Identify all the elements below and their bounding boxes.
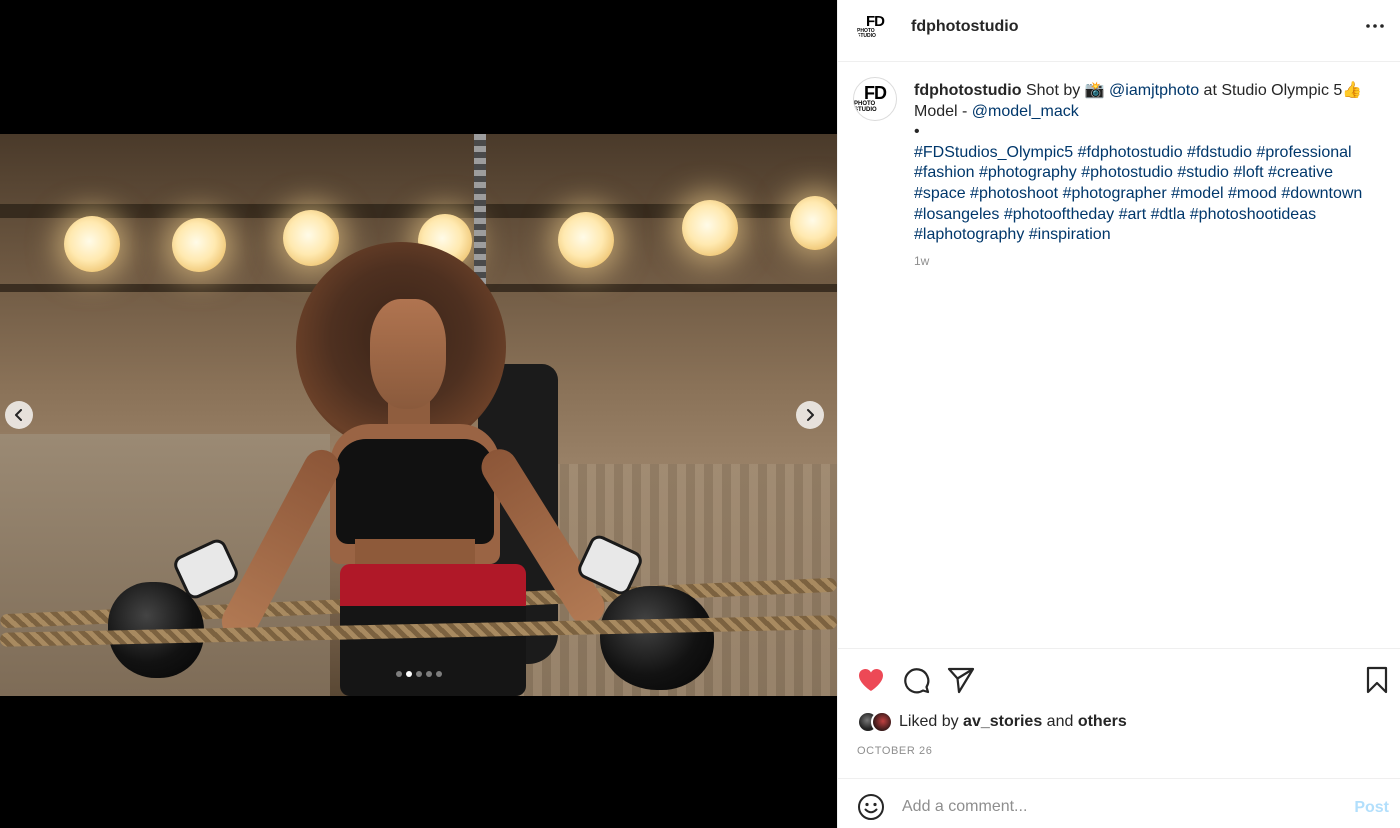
- caption-text: at Studio Olympic 5👍: [1199, 82, 1363, 99]
- post-actions: Liked by av_stories and others OCTOBER 2…: [838, 648, 1400, 778]
- light-bulb: [64, 216, 120, 272]
- heart-icon: [859, 669, 883, 691]
- post-photo: [0, 134, 837, 696]
- carousel-dot: [395, 671, 402, 677]
- light-bulb: [283, 210, 339, 266]
- chevron-left-icon: [15, 409, 22, 421]
- caption-text: Shot by 📸: [1025, 82, 1110, 99]
- liker-username[interactable]: av_stories: [963, 713, 1042, 730]
- post-comment-button[interactable]: Post: [1354, 799, 1389, 817]
- like-button[interactable]: [855, 664, 887, 696]
- caption-timestamp[interactable]: 1w: [914, 254, 929, 268]
- avatar-logo-text: FD: [864, 82, 887, 103]
- carousel-dot: [425, 671, 432, 677]
- caption-bullet: •: [914, 123, 920, 141]
- mention-link[interactable]: @model_mack: [972, 103, 1079, 120]
- ellipsis-icon: [1366, 24, 1384, 28]
- comment-input[interactable]: [902, 791, 1322, 823]
- post-username[interactable]: fdphotostudio: [911, 18, 1019, 36]
- hashtag-list[interactable]: #FDStudios_Olympic5 #fdphotostudio #fdst…: [914, 143, 1384, 246]
- likes-prefix: Liked by: [899, 713, 964, 730]
- likes-summary: Liked by av_stories and others: [857, 711, 1127, 733]
- likes-text: Liked by av_stories and others: [899, 713, 1127, 731]
- comment-button[interactable]: [900, 664, 932, 696]
- avatar-logo-subtext: PHOTO STUDIO: [854, 101, 877, 114]
- light-bulb: [790, 196, 837, 250]
- carousel-prev-button[interactable]: [5, 401, 33, 429]
- smiley-icon: [858, 794, 884, 820]
- paper-plane-icon: [947, 667, 975, 694]
- model-face: [370, 299, 446, 409]
- carousel-dot: [405, 671, 412, 677]
- likes-middle: and: [1042, 713, 1078, 730]
- comment-icon: [904, 668, 930, 694]
- emoji-button[interactable]: [857, 793, 885, 821]
- caption-text: Model -: [914, 102, 972, 120]
- carousel-indicator: [0, 671, 837, 677]
- light-bulb: [682, 200, 738, 256]
- liker-avatar[interactable]: [871, 711, 893, 733]
- save-button[interactable]: [1361, 664, 1393, 696]
- caption-avatar[interactable]: FD PHOTO STUDIO: [853, 77, 897, 121]
- bookmark-icon: [1366, 666, 1388, 694]
- light-bulb: [558, 212, 614, 268]
- avatar-logo-text: FD: [866, 13, 885, 31]
- comment-bar: Post: [838, 778, 1400, 828]
- carousel-next-button[interactable]: [796, 401, 824, 429]
- chevron-right-icon: [807, 409, 814, 421]
- profile-avatar[interactable]: FD PHOTO STUDIO: [857, 9, 893, 45]
- carousel-dot: [415, 671, 422, 677]
- mention-link[interactable]: @iamjtphoto: [1109, 82, 1199, 99]
- carousel-dot: [435, 671, 442, 677]
- post-side-panel: FD PHOTO STUDIO fdphotostudio FD PHOTO S…: [837, 0, 1400, 828]
- model-sports-top: [336, 439, 494, 544]
- avatar-logo-subtext: PHOTO STUDIO: [857, 27, 876, 39]
- more-options-button[interactable]: [1365, 14, 1385, 44]
- likes-others-link[interactable]: others: [1078, 713, 1127, 730]
- light-bulb: [172, 218, 226, 272]
- post-header: FD PHOTO STUDIO fdphotostudio: [838, 0, 1400, 62]
- post-date[interactable]: OCTOBER 26: [857, 745, 933, 757]
- share-button[interactable]: [945, 664, 977, 696]
- caption-username[interactable]: fdphotostudio: [914, 82, 1022, 99]
- post-caption: fdphotostudio Shot by 📸 @iamjtphoto at S…: [914, 81, 1384, 246]
- post-media: [0, 0, 837, 828]
